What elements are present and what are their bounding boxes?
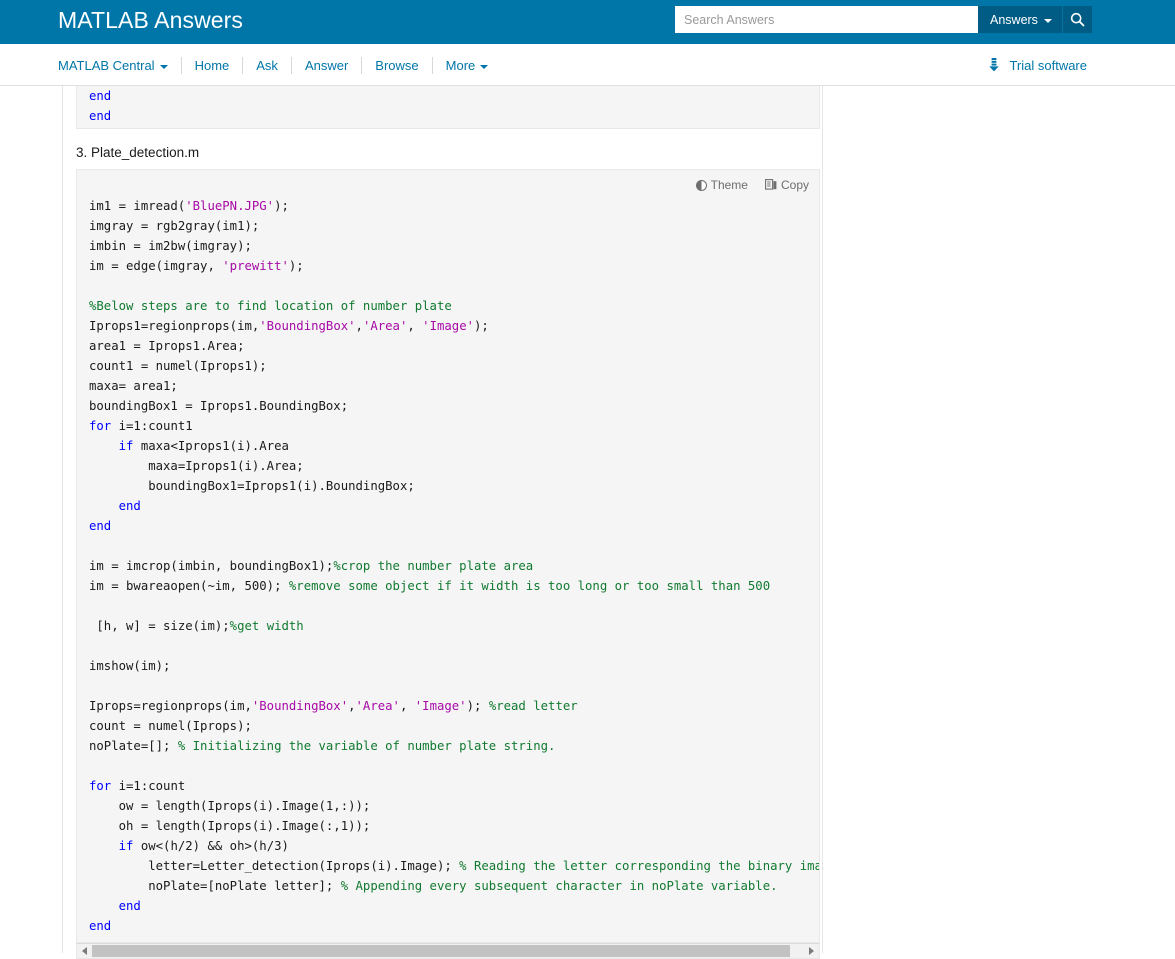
copy-button-label: Copy <box>780 178 809 192</box>
download-icon <box>989 58 1000 72</box>
nav-item-label: Browse <box>375 57 419 73</box>
search-submit-button[interactable] <box>1062 6 1092 33</box>
nav-item-label: Home <box>194 57 230 73</box>
code-block-plate-detection: Theme Copy im1 = imread('BluePN.JPG'); i… <box>76 169 820 943</box>
code-block-previous: end end <box>76 86 820 129</box>
code-horizontal-scrollbar[interactable] <box>76 943 820 959</box>
theme-button[interactable]: Theme <box>695 178 748 192</box>
right-column-divider <box>822 86 823 953</box>
nav-item-label: MATLAB Central <box>58 57 155 73</box>
site-brand-title: MATLAB Answers <box>58 7 244 33</box>
page-title: 3. Plate_detection.m <box>76 145 200 160</box>
nav-item-home[interactable]: Home <box>182 56 244 74</box>
chevron-right-icon <box>809 947 814 955</box>
search-scope-dropdown[interactable]: Answers <box>978 6 1063 33</box>
copy-pages-icon <box>765 179 777 190</box>
contrast-half-circle-icon <box>695 179 707 191</box>
trial-software-link[interactable]: Trial software <box>988 44 1087 86</box>
code-previous-keywords: end end <box>89 89 112 123</box>
page-body: end end 3. Plate_detection.m Theme Copy … <box>0 86 1175 959</box>
scroll-right-button[interactable] <box>804 944 819 958</box>
trial-software-label: Trial software <box>1009 57 1087 73</box>
site-header: MATLAB Answers Answers <box>0 0 1175 44</box>
scroll-left-button[interactable] <box>77 944 92 958</box>
answer-content: end end 3. Plate_detection.m Theme Copy … <box>63 86 822 959</box>
nav-item-ask[interactable]: Ask <box>243 56 292 74</box>
nav-item-label: Ask <box>256 57 278 73</box>
search-icon <box>1070 12 1085 27</box>
nav-item-label: Answer <box>304 57 349 73</box>
chevron-down-icon <box>159 64 168 69</box>
code-block-toolbar: Theme Copy <box>695 178 809 192</box>
search-input[interactable] <box>675 6 978 33</box>
scrollbar-thumb[interactable] <box>92 945 790 957</box>
copy-button[interactable]: Copy <box>765 178 809 192</box>
nav-item-more[interactable]: More <box>433 57 502 74</box>
secondary-navigation: MATLAB Central Home Ask Answer Browse Mo… <box>0 44 1175 86</box>
nav-item-answer[interactable]: Answer <box>292 56 363 74</box>
chevron-left-icon <box>82 947 87 955</box>
theme-button-label: Theme <box>710 178 748 192</box>
nav-links: MATLAB Central Home Ask Answer Browse Mo… <box>58 44 501 86</box>
search-scope-label: Answers <box>990 12 1038 27</box>
code-source-text[interactable]: im1 = imread('BluePN.JPG'); imgray = rgb… <box>89 196 819 936</box>
nav-item-browse[interactable]: Browse <box>362 56 433 74</box>
scrollbar-track[interactable] <box>92 944 804 958</box>
nav-item-matlab-central[interactable]: MATLAB Central <box>58 56 182 74</box>
code-previous-text: end end <box>89 86 819 126</box>
nav-item-label: More <box>445 57 476 73</box>
chevron-down-icon <box>480 64 489 69</box>
chevron-down-icon <box>1043 18 1052 23</box>
search-bar: Answers <box>675 6 1092 33</box>
